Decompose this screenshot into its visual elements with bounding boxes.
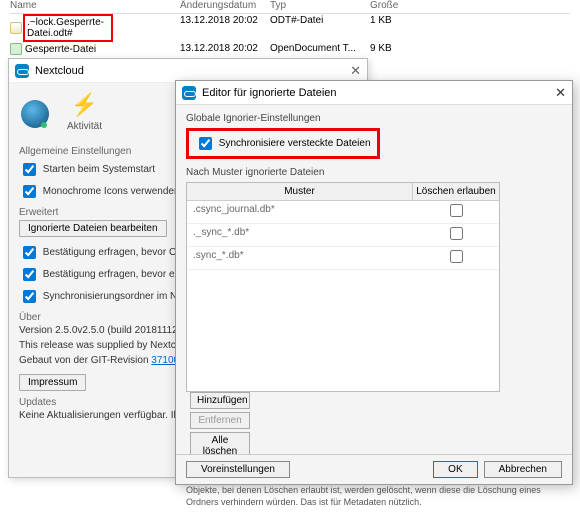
col-date[interactable]: Änderungsdatum [180, 0, 270, 11]
dialog-footer: Voreinstellungen OK Abbrechen [176, 454, 572, 484]
checkbox-sync-hidden[interactable]: Synchronisiere versteckte Dateien [195, 138, 371, 149]
odt-file-icon [10, 22, 22, 34]
checkbox-input[interactable] [23, 246, 36, 259]
pattern-row[interactable]: .csync_journal.db* [187, 201, 499, 224]
file-size: 9 KB [370, 43, 430, 55]
bolt-icon: ⚡ [71, 91, 99, 119]
tab-activity[interactable]: ⚡ Aktivität [67, 91, 102, 132]
document-file-icon [10, 43, 22, 55]
about-built-text: Gebaut von der GIT-Revision [19, 355, 151, 366]
note-text-2: Objekte, bei denen Löschen erlaubt ist, … [186, 484, 562, 508]
checkbox-label: Synchronisiere versteckte Dateien [219, 138, 371, 149]
group-global-label: Globale Ignorier-Einstellungen [186, 113, 562, 124]
defaults-button[interactable]: Voreinstellungen [186, 461, 290, 478]
allow-delete-checkbox[interactable] [450, 250, 463, 263]
col-type[interactable]: Typ [270, 0, 370, 11]
pattern-cell: .csync_journal.db* [187, 201, 413, 223]
close-icon[interactable]: ✕ [555, 85, 566, 101]
checkbox-label: Monochrome Icons verwenden [43, 186, 180, 197]
remove-pattern-button[interactable]: Entfernen [190, 412, 250, 429]
checkbox-input[interactable] [23, 163, 36, 176]
pattern-cell: .sync_*.db* [187, 247, 413, 269]
pattern-side-buttons: Hinzufügen Entfernen Alle löschen [190, 392, 250, 460]
checkbox-input[interactable] [199, 137, 212, 150]
pattern-cell: ._sync_*.db* [187, 224, 413, 246]
file-row[interactable]: Gesperrte-Datei 13.12.2018 20:02 OpenDoc… [10, 42, 570, 56]
pattern-table-header: Muster Löschen erlauben [187, 183, 499, 201]
checkbox-input[interactable] [23, 290, 36, 303]
dialog-title: Editor für ignorierte Dateien [202, 87, 337, 99]
pattern-row[interactable]: .sync_*.db* [187, 247, 499, 270]
nextcloud-logo-icon [15, 64, 29, 78]
col-allow-delete[interactable]: Löschen erlauben [413, 183, 499, 200]
ok-button[interactable]: OK [433, 461, 477, 478]
account-tab[interactable] [21, 100, 49, 132]
file-row[interactable]: .~lock.Gesperrte-Datei.odt# 13.12.2018 2… [10, 14, 570, 42]
close-icon[interactable]: ✕ [350, 63, 361, 79]
cancel-button[interactable]: Abbrechen [484, 461, 562, 478]
checkbox-input[interactable] [23, 185, 36, 198]
file-explorer-listing: Name Änderungsdatum Typ Große .~lock.Ges… [10, 0, 570, 45]
allow-delete-checkbox[interactable] [450, 227, 463, 240]
file-size: 1 KB [370, 15, 430, 41]
file-name: .~lock.Gesperrte-Datei.odt# [23, 14, 113, 42]
file-name: Gesperrte-Datei [25, 44, 115, 55]
file-list-header: Name Änderungsdatum Typ Große [10, 0, 570, 14]
file-date: 13.12.2018 20:02 [180, 15, 270, 41]
add-pattern-button[interactable]: Hinzufügen [190, 392, 250, 409]
checkbox-label: Starten beim Systemstart [43, 164, 155, 175]
window-title: Nextcloud [35, 65, 84, 77]
highlighted-option: Synchronisiere versteckte Dateien [186, 128, 380, 159]
file-type: ODT#-Datei [270, 15, 370, 41]
tab-label: Aktivität [67, 121, 102, 132]
ignored-files-editor-dialog: Editor für ignorierte Dateien ✕ Globale … [175, 80, 573, 485]
edit-ignored-files-button[interactable]: Ignorierte Dateien bearbeiten [19, 220, 167, 237]
file-date: 13.12.2018 20:02 [180, 43, 270, 55]
group-pattern-label: Nach Muster ignorierte Dateien [186, 167, 562, 178]
pattern-table: Muster Löschen erlauben .csync_journal.d… [186, 182, 500, 392]
col-size[interactable]: Große [370, 0, 430, 11]
dialog-titlebar: Editor für ignorierte Dateien ✕ [176, 81, 572, 105]
file-type: OpenDocument T... [270, 43, 370, 55]
col-pattern[interactable]: Muster [187, 183, 413, 200]
pattern-row[interactable]: ._sync_*.db* [187, 224, 499, 247]
impressum-button[interactable]: Impressum [19, 374, 86, 391]
allow-delete-checkbox[interactable] [450, 204, 463, 217]
nextcloud-logo-icon [182, 86, 196, 100]
account-status-dot [41, 122, 47, 128]
col-name[interactable]: Name [10, 0, 180, 11]
checkbox-input[interactable] [23, 268, 36, 281]
